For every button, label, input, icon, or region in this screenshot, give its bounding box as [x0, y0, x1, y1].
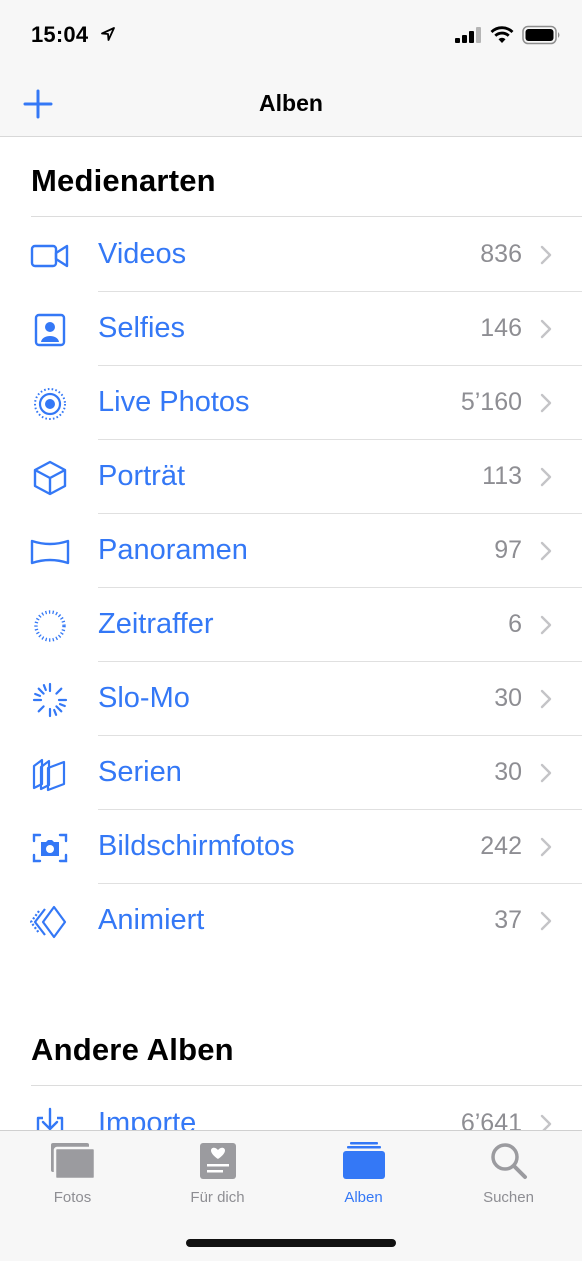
- tab-albums[interactable]: Alben: [291, 1131, 436, 1215]
- home-indicator[interactable]: [186, 1239, 396, 1247]
- chevron-right-icon: [540, 689, 552, 709]
- location-arrow-icon: [101, 27, 115, 41]
- row-label: Bildschirmfotos: [98, 830, 295, 862]
- chevron-right-icon: [540, 615, 552, 635]
- cellular-signal-icon: [455, 27, 481, 43]
- row-label: Animiert: [98, 904, 205, 936]
- media-type-row-live-photos[interactable]: Live Photos 5’160: [0, 366, 582, 440]
- chevron-right-icon: [540, 245, 552, 265]
- video-camera-icon: [30, 244, 69, 268]
- chevron-right-icon: [540, 911, 552, 931]
- media-type-row-bursts[interactable]: Serien 30: [0, 736, 582, 810]
- tab-photos[interactable]: Fotos: [0, 1131, 145, 1215]
- tab-label: Für dich: [190, 1189, 245, 1206]
- media-type-row-portrait[interactable]: Porträt 113: [0, 440, 582, 514]
- chevron-right-icon: [540, 837, 552, 857]
- row-count: 146: [480, 314, 522, 342]
- row-label: Importe: [98, 1107, 197, 1130]
- row-label: Serien: [98, 756, 182, 788]
- row-label: Selfies: [98, 312, 186, 344]
- row-label: Videos: [98, 238, 187, 270]
- portrait-cube-icon: [33, 460, 67, 496]
- divider: [31, 216, 582, 217]
- battery-icon: [522, 25, 560, 45]
- wifi-icon: [490, 26, 514, 43]
- chevron-right-icon: [540, 319, 552, 339]
- row-count: 836: [480, 240, 522, 268]
- for-you-heart-icon: [199, 1143, 236, 1179]
- search-icon: [490, 1143, 527, 1179]
- row-label: Live Photos: [98, 386, 250, 418]
- chevron-right-icon: [540, 393, 552, 413]
- chevron-right-icon: [540, 763, 552, 783]
- row-label: Panoramen: [98, 534, 248, 566]
- status-time: 15:04: [31, 22, 89, 47]
- row-count: 6: [508, 610, 522, 638]
- burst-stack-icon: [32, 758, 66, 792]
- media-type-row-slo-mo[interactable]: Slo-Mo 30: [0, 662, 582, 736]
- row-label: Porträt: [98, 460, 186, 492]
- media-type-row-screenshots[interactable]: Bildschirmfotos 242: [0, 810, 582, 884]
- navigation-bar: Alben: [0, 70, 582, 137]
- screenshot-camera-icon: [32, 833, 68, 863]
- import-tray-icon: [36, 1107, 64, 1130]
- timelapse-icon: [34, 610, 66, 642]
- tab-for-you[interactable]: Für dich: [145, 1131, 290, 1215]
- chevron-right-icon: [540, 467, 552, 487]
- tab-search[interactable]: Suchen: [436, 1131, 581, 1215]
- selfie-portrait-icon: [34, 313, 66, 347]
- row-count: 30: [494, 758, 522, 786]
- row-count: 242: [480, 832, 522, 860]
- album-row-imports[interactable]: Importe 6’641: [0, 1087, 582, 1130]
- tab-label: Suchen: [483, 1189, 534, 1206]
- media-type-row-timelapse[interactable]: Zeitraffer 6: [0, 588, 582, 662]
- media-type-row-videos[interactable]: Videos 836: [0, 218, 582, 292]
- live-photo-icon: [34, 388, 66, 420]
- slo-mo-icon: [32, 682, 68, 718]
- albums-icon: [342, 1142, 385, 1179]
- page-title: Alben: [259, 90, 323, 116]
- tab-label: Alben: [344, 1189, 383, 1206]
- animated-icon: [30, 905, 67, 939]
- panorama-icon: [30, 539, 70, 565]
- chevron-right-icon: [540, 541, 552, 561]
- divider: [31, 1085, 582, 1086]
- row-count: 5’160: [460, 388, 522, 416]
- media-type-row-panoramas[interactable]: Panoramen 97: [0, 514, 582, 588]
- row-label: Zeitraffer: [98, 608, 214, 640]
- row-label: Slo-Mo: [98, 682, 190, 714]
- media-type-row-selfies[interactable]: Selfies 146: [0, 292, 582, 366]
- albums-list[interactable]: Medienarten Videos 836 Selfies 146 Live …: [0, 137, 582, 1130]
- row-count: 6’641: [460, 1109, 522, 1130]
- row-count: 37: [494, 906, 522, 934]
- photos-stack-icon: [50, 1143, 96, 1181]
- media-type-row-animated[interactable]: Animiert 37: [0, 884, 582, 958]
- row-count: 97: [494, 536, 522, 564]
- status-bar: 15:04: [0, 0, 582, 70]
- row-count: 30: [494, 684, 522, 712]
- section-title-media-types: Medienarten: [31, 163, 216, 198]
- section-title-other-albums: Andere Alben: [31, 1032, 234, 1067]
- row-count: 113: [482, 462, 522, 490]
- chevron-right-icon: [540, 1114, 552, 1130]
- tab-label: Fotos: [53, 1189, 92, 1206]
